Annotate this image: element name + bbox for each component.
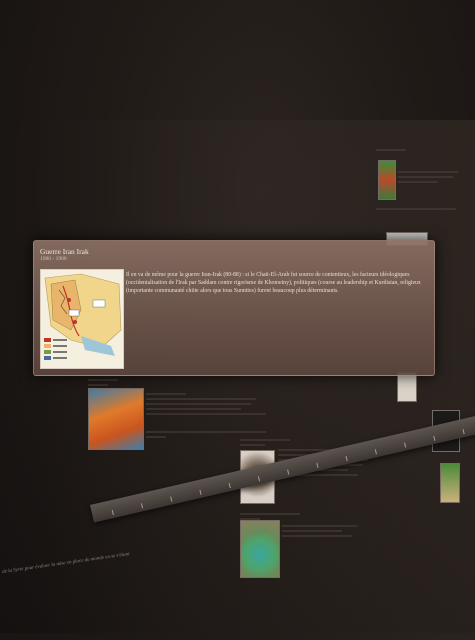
bg-event-card[interactable] xyxy=(376,146,456,154)
event-title: Guerre Iran Irak xyxy=(40,247,89,256)
timeline-3d-view: de la Syrie pour évaluer la mise en plac… xyxy=(0,0,475,640)
bg-event-text xyxy=(146,390,276,418)
event-dates: 1980 - 1988 xyxy=(40,256,67,262)
bg-thumbnail[interactable] xyxy=(240,520,280,578)
bg-thumbnail[interactable] xyxy=(378,160,396,200)
bg-event-text xyxy=(376,205,466,213)
iran-iraq-war-map-image[interactable] xyxy=(40,269,124,369)
bg-event-text xyxy=(282,522,362,540)
bg-map-thumbnail[interactable] xyxy=(88,388,144,450)
event-detail-popup[interactable]: Guerre Iran Irak 1980 - 1988 Il en va de… xyxy=(33,240,435,376)
bg-thumbnail[interactable] xyxy=(440,463,460,503)
bg-event-text xyxy=(398,168,468,186)
bg-thumbnail[interactable] xyxy=(397,372,417,402)
event-description: Il en va de même pour la guerre Iran-Ira… xyxy=(126,272,421,295)
